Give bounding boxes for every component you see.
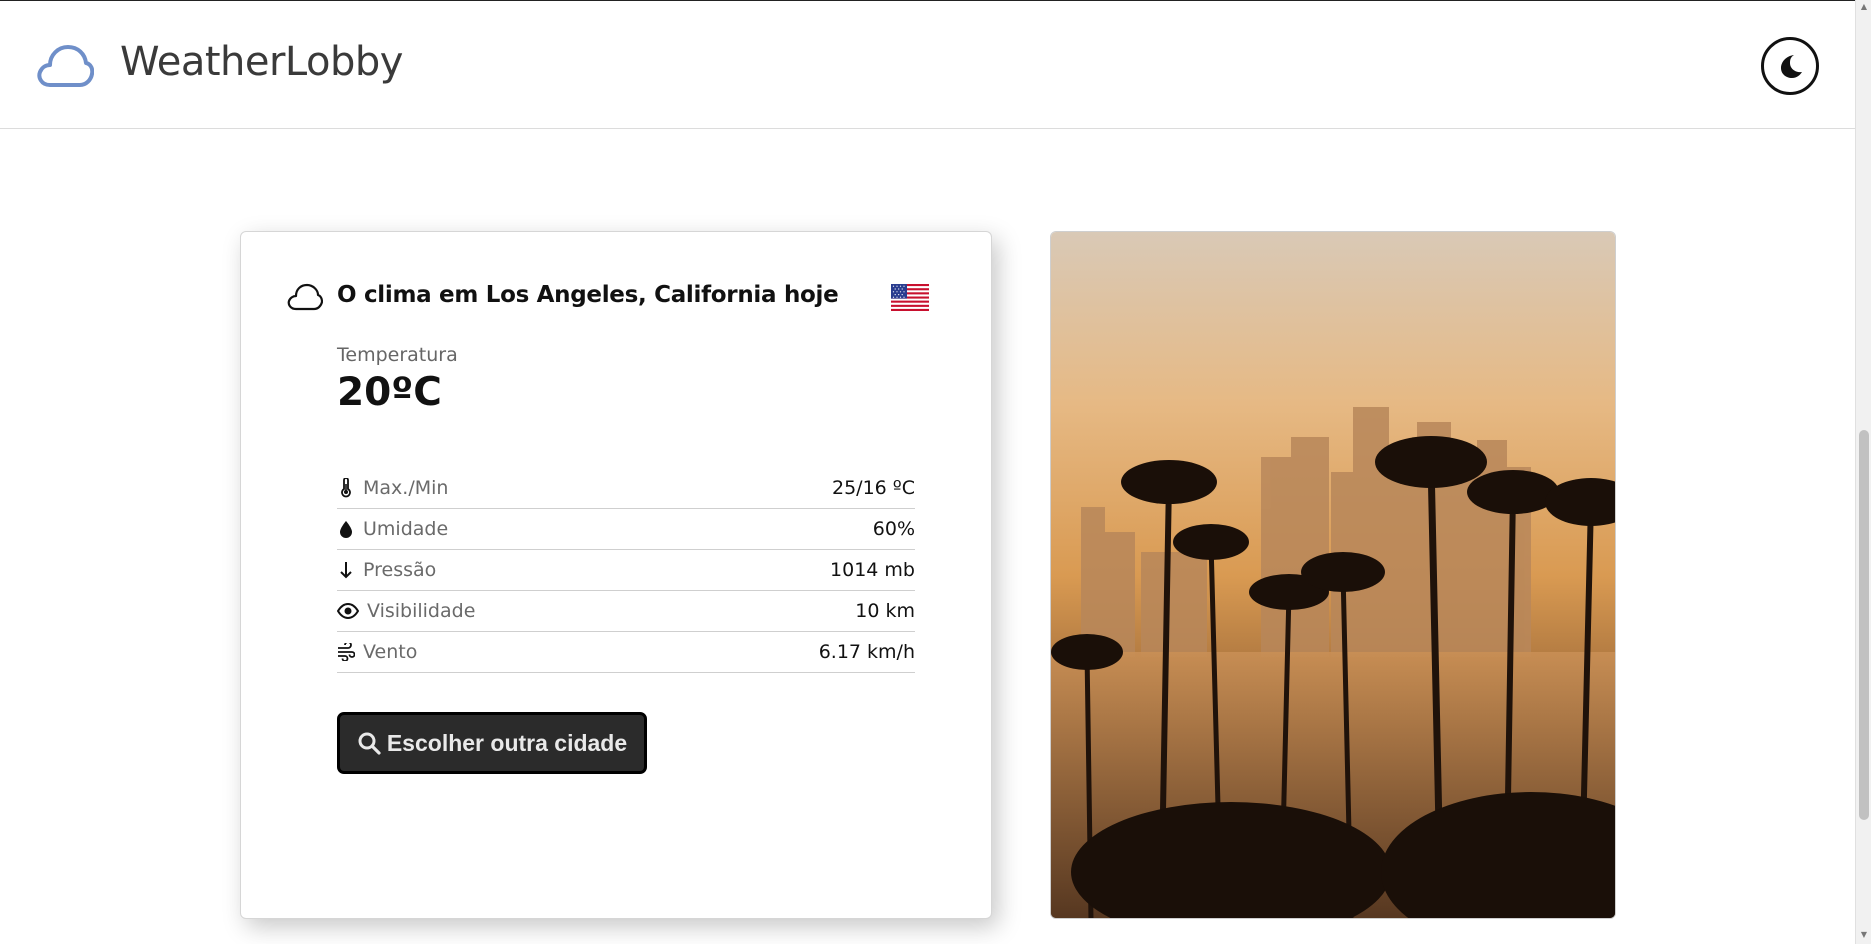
stat-value: 6.17 km/h [818,641,915,663]
weather-card: O clima em Los Angeles, California hoje … [240,231,992,919]
scroll-up-arrow-icon[interactable]: ▲ [1859,2,1869,12]
stat-value: 10 km [855,600,915,622]
scroll-down-arrow-icon[interactable]: ▼ [1859,930,1869,940]
choose-city-button[interactable]: Escolher outra cidade [337,712,647,774]
stat-label: Vento [363,641,418,663]
cloud-icon [287,283,323,311]
stat-value: 60% [872,518,915,540]
weather-title: O clima em Los Angeles, California hoje [337,282,839,308]
stat-label: Visibilidade [367,600,476,622]
eye-icon [337,601,359,621]
stat-value: 25/16 ºC [831,477,915,499]
temperature-value: 20ºC [337,370,442,415]
us-flag-icon [891,284,929,311]
water-drop-icon [337,519,355,539]
weather-stats-list: Max./Min 25/16 ºC Umidade 60% Pressão 10… [337,468,915,673]
stat-value: 1014 mb [830,559,915,581]
cloud-icon [37,45,94,87]
theme-toggle-button[interactable] [1761,37,1819,95]
search-icon [358,732,381,755]
stat-row-humidity: Umidade 60% [337,509,915,550]
app-viewport: WeatherLobby O clima em Los Angeles, Cal… [0,0,1855,944]
stat-label: Max./Min [363,477,449,499]
stat-label: Umidade [363,518,449,540]
stat-row-max-min: Max./Min 25/16 ºC [337,468,915,509]
stat-row-pressure: Pressão 1014 mb [337,550,915,591]
scroll-thumb[interactable] [1859,430,1869,820]
brand-title[interactable]: WeatherLobby [120,39,403,85]
moon-icon [1781,55,1802,78]
top-header: WeatherLobby [0,1,1855,129]
wind-icon [337,642,355,662]
stat-row-wind: Vento 6.17 km/h [337,632,915,673]
arrow-down-icon [337,560,355,580]
stat-label: Pressão [363,559,437,581]
city-photo [1050,231,1616,919]
stat-row-visibility: Visibilidade 10 km [337,591,915,632]
temperature-label: Temperatura [337,344,458,366]
thermometer-icon [337,478,355,498]
choose-city-label: Escolher outra cidade [386,729,628,756]
page-scrollbar[interactable]: ▲ ▼ [1855,0,1871,944]
